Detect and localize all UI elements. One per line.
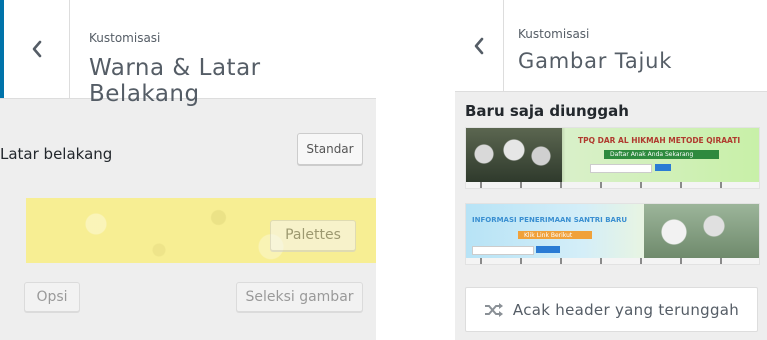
section-header: Kustomisasi Warna & Latar Belakang (0, 0, 376, 107)
header-title: INFORMASI PENERIMAAN SANTRI BARU (472, 216, 628, 224)
chevron-left-icon (474, 37, 484, 54)
recent-uploads-heading: Baru saja diunggah (465, 102, 629, 120)
url-box (472, 246, 534, 255)
header-title: TPQ DAR AL HIKMAH METODE QIRAATI (578, 136, 741, 145)
background-color-swatch[interactable]: Palettes (26, 198, 376, 263)
back-button[interactable] (0, 0, 70, 98)
header-subtitle: Daftar Anak Anda Sekarang (610, 151, 694, 158)
go-button-graphic (655, 164, 671, 171)
palettes-button[interactable]: Palettes (270, 220, 356, 251)
background-label: Latar belakang (0, 145, 113, 163)
shuffle-icon (484, 302, 503, 317)
contact-strip (466, 182, 759, 188)
go-button-graphic (536, 246, 560, 253)
section-header: Kustomisasi Gambar Tajuk (455, 0, 767, 92)
photo-collage (466, 128, 562, 182)
shuffle-label: Acak header yang terunggah (512, 300, 740, 319)
section-eyebrow: Kustomisasi (518, 27, 590, 41)
page-title: Warna & Latar Belakang (89, 55, 261, 107)
uploaded-header-thumbnail[interactable]: INFORMASI PENERIMAAN SANTRI BARU Klik Li… (465, 203, 760, 265)
header-subtitle: Klik Link Berikut (524, 232, 573, 239)
options-button[interactable]: Opsi (24, 282, 80, 312)
section-eyebrow: Kustomisasi (89, 31, 161, 45)
uploaded-header-thumbnail[interactable]: TPQ DAR AL HIKMAH METODE QIRAATI Daftar … (465, 127, 760, 189)
photo-collage (644, 204, 759, 258)
chevron-left-icon (32, 40, 41, 58)
header-image-panel: Kustomisasi Gambar Tajuk Baru saja diung… (455, 0, 767, 340)
back-button[interactable] (455, 0, 504, 91)
default-button[interactable]: Standar (297, 133, 363, 165)
url-box (590, 164, 652, 173)
page-title: Gambar Tajuk (518, 49, 673, 73)
shuffle-headers-button[interactable]: Acak header yang terunggah (465, 287, 758, 332)
select-image-button[interactable]: Seleksi gambar (236, 282, 363, 312)
contact-strip (466, 258, 759, 264)
colors-background-panel: Kustomisasi Warna & Latar Belakang Latar… (0, 0, 376, 340)
